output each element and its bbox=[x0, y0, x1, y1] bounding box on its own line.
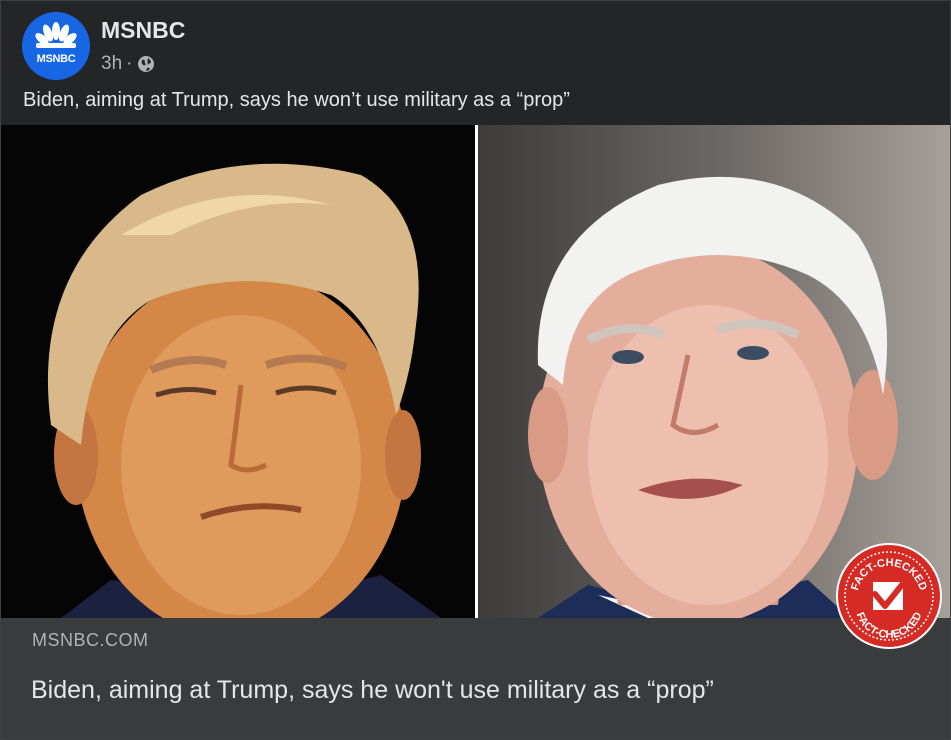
peacock-logo-icon bbox=[35, 22, 77, 48]
meta-separator: · bbox=[126, 53, 133, 74]
link-headline[interactable]: Biden, aiming at Trump, says he won't us… bbox=[31, 676, 714, 705]
fact-check-seal-icon: FACT-CHECKED FACT-CHECKED bbox=[836, 543, 942, 649]
link-domain: MSNBC.COM bbox=[32, 630, 149, 650]
link-preview[interactable]: MSNBC.COM Biden, aiming at Trump, says h… bbox=[1, 618, 950, 739]
globe-icon[interactable] bbox=[136, 54, 156, 74]
fact-checked-badge: FACT-CHECKED FACT-CHECKED bbox=[835, 542, 943, 650]
avatar-label: MSNBC bbox=[36, 53, 76, 65]
post-caption: Biden, aiming at Trump, says he won’t us… bbox=[23, 89, 570, 111]
photo-left-trump bbox=[1, 125, 475, 618]
post-meta: 3h · bbox=[101, 53, 156, 75]
post-header: MSNBC MSNBC 3h · Biden, aiming at Trump,… bbox=[1, 1, 950, 125]
post-time-link[interactable]: 3h bbox=[101, 53, 122, 75]
post-card: MSNBC MSNBC 3h · Biden, aiming at Trump,… bbox=[0, 0, 951, 740]
page-name-link[interactable]: MSNBC bbox=[101, 17, 185, 44]
portrait-left-illustration bbox=[47, 163, 441, 618]
post-photo[interactable] bbox=[1, 125, 950, 618]
page-avatar[interactable]: MSNBC bbox=[22, 12, 90, 80]
